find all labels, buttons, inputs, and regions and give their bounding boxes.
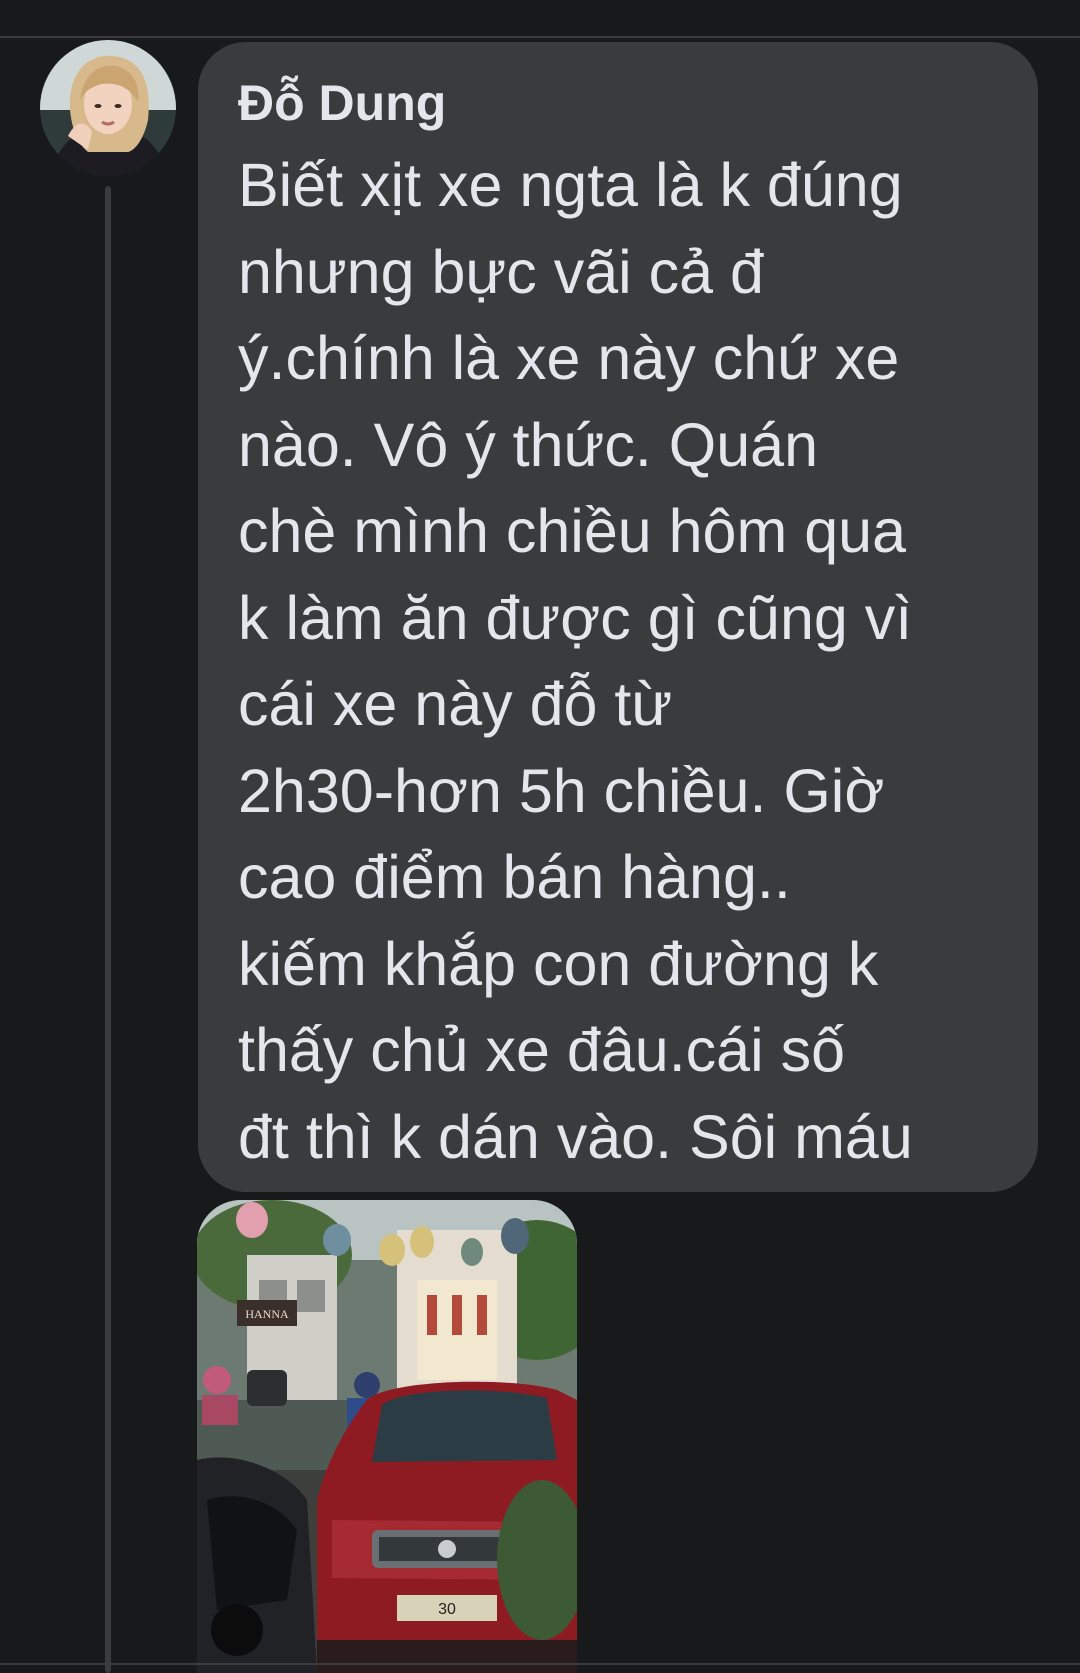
bottom-divider (0, 1663, 1080, 1665)
reply-thread-line (105, 186, 111, 1673)
comment-photo[interactable]: HANNA 30 (197, 1200, 577, 1673)
parked-car-photo: HANNA 30 (197, 1200, 577, 1673)
comment-text: Biết xịt xe ngta là k đúng nhưng bực vãi… (238, 151, 913, 1171)
comment-bubble: Đỗ Dung Biết xịt xe ngta là k đúng nhưng… (198, 42, 1038, 1192)
commenter-avatar[interactable] (40, 40, 176, 176)
avatar-image (40, 40, 176, 176)
shop-sign-text: HANNA (245, 1307, 289, 1321)
commenter-name[interactable]: Đỗ Dung (238, 70, 1008, 136)
top-divider (0, 36, 1080, 38)
license-plate-text: 30 (438, 1601, 456, 1618)
